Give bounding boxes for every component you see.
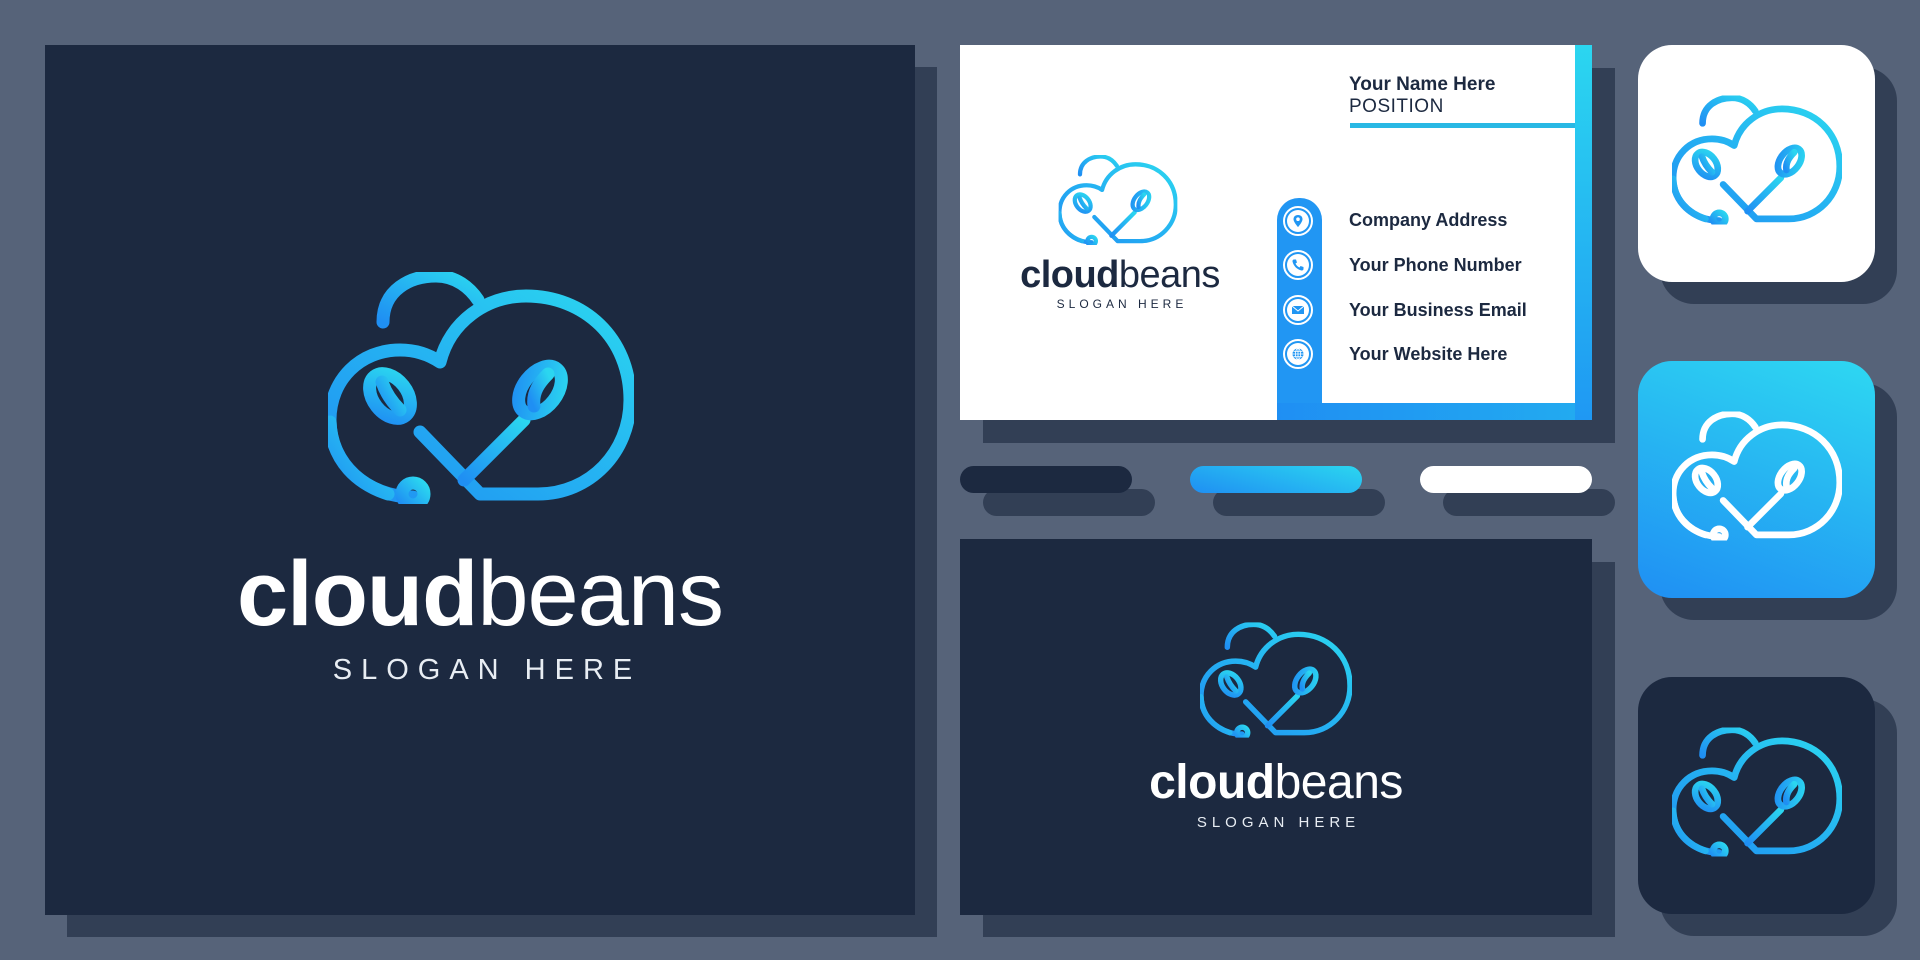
swatch-white <box>1420 466 1592 493</box>
main-wordmark: cloudbeans <box>45 548 915 640</box>
contact-bar-bottom <box>1277 403 1575 420</box>
wordmark-light: beans <box>1118 254 1221 296</box>
phone-icon <box>1283 250 1313 280</box>
wordmark-light: beans <box>477 543 724 645</box>
card-accent-strip <box>1575 45 1592 420</box>
cloud-beans-logo-icon <box>1672 95 1842 225</box>
card-position: POSITION <box>1349 96 1444 117</box>
cloud-beans-logo-icon <box>1672 411 1842 541</box>
card-slogan: SLOGAN HERE <box>1056 297 1188 311</box>
app-icon-white <box>1638 45 1875 282</box>
app-icon-gradient <box>1638 361 1875 598</box>
cloud-beans-logo-icon <box>1672 727 1842 857</box>
wordmark-bold: cloud <box>1020 254 1119 296</box>
card-name-divider <box>1350 123 1575 128</box>
swatch-shadow <box>1213 489 1385 516</box>
swatch-navy <box>960 466 1132 493</box>
card-back-slogan: SLOGAN HERE <box>1196 814 1361 831</box>
cloud-beans-logo-icon <box>328 272 634 504</box>
contact-phone: Your Phone Number <box>1349 255 1522 275</box>
card-name: Your Name Here <box>1349 74 1496 95</box>
card-back-logo-icon <box>1200 622 1352 738</box>
card-logo-icon <box>1058 155 1178 245</box>
globe-icon <box>1283 339 1313 369</box>
location-pin-icon <box>1283 206 1313 236</box>
swatch-shadow <box>1443 489 1615 516</box>
wordmark-light: beans <box>1274 756 1404 809</box>
card-back-wordmark: cloudbeans <box>960 758 1592 808</box>
swatch-shadow <box>983 489 1155 516</box>
contact-address: Company Address <box>1349 210 1508 230</box>
contact-email: Your Business Email <box>1349 300 1527 320</box>
card-wordmark: cloudbeans <box>990 255 1250 295</box>
main-slogan: SLOGAN HERE <box>332 654 642 686</box>
email-icon <box>1283 295 1313 325</box>
swatch-blue-gradient <box>1190 466 1362 493</box>
app-icon-navy <box>1638 677 1875 914</box>
wordmark-bold: cloud <box>1149 756 1275 809</box>
contact-website: Your Website Here <box>1349 344 1508 364</box>
wordmark-bold: cloud <box>237 543 478 645</box>
